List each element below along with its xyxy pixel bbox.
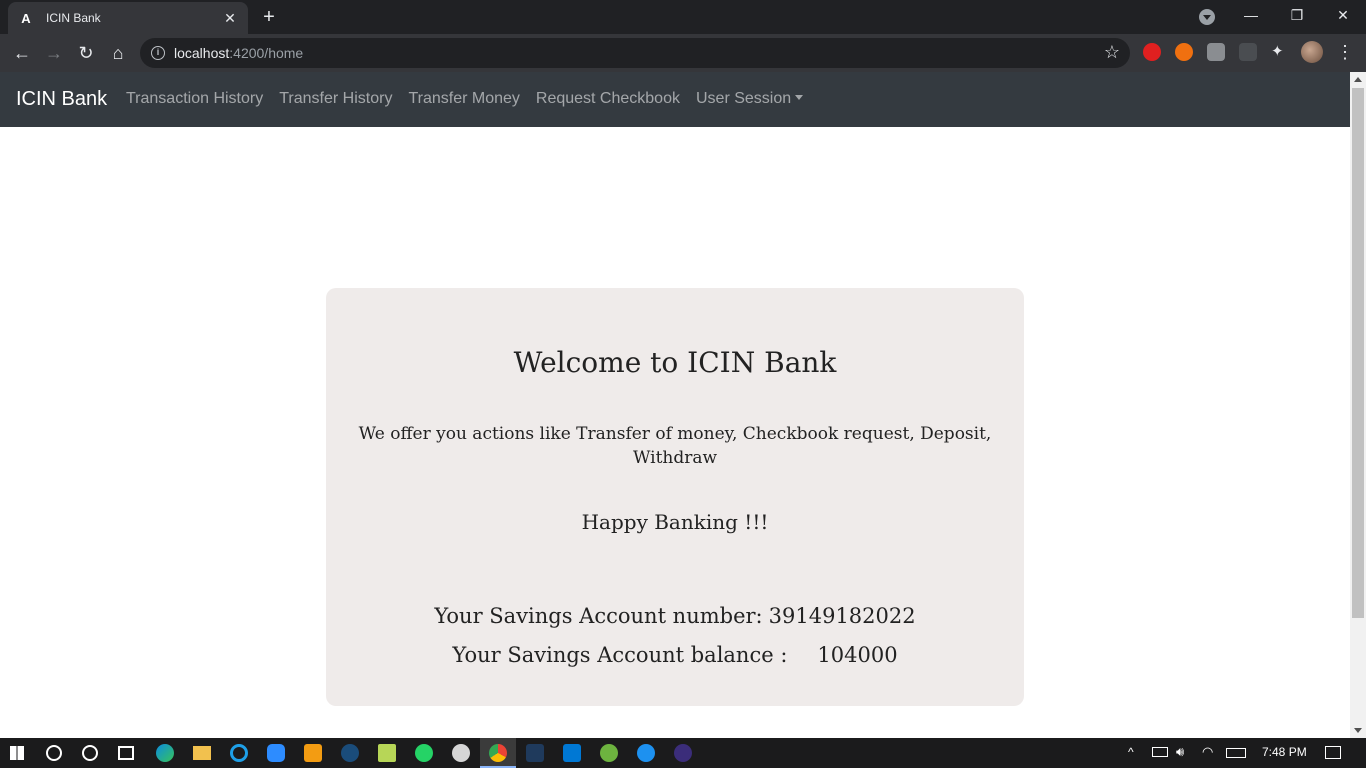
mysql-workbench-icon[interactable]	[526, 744, 544, 762]
tab-search-icon[interactable]	[1199, 9, 1215, 25]
nav-request-checkbook[interactable]: Request Checkbook	[536, 90, 680, 108]
extension-icon[interactable]	[1239, 43, 1257, 61]
minimize-button[interactable]: —	[1236, 4, 1266, 26]
clock[interactable]: 7:48 PM	[1262, 745, 1307, 759]
search-icon[interactable]	[46, 745, 62, 761]
nav-transfer-money[interactable]: Transfer Money	[408, 90, 519, 108]
page-scrollbar[interactable]	[1350, 72, 1366, 738]
extensions-puzzle-icon[interactable]: ✦	[1271, 43, 1289, 61]
account-balance-row: Your Savings Account balance : 104000	[326, 643, 1024, 667]
file-explorer-icon[interactable]	[193, 746, 211, 760]
account-balance-label: Your Savings Account balance :	[452, 643, 788, 667]
docker-icon[interactable]	[637, 744, 655, 762]
dropdown-caret-icon	[795, 95, 804, 100]
welcome-heading: Welcome to ICIN Bank	[513, 346, 837, 379]
zoom-icon[interactable]	[267, 744, 285, 762]
close-window-button[interactable]: ✕	[1328, 4, 1358, 26]
extension-icon[interactable]	[1207, 43, 1225, 61]
task-view-icon[interactable]	[118, 746, 134, 760]
home-icon[interactable]: ⌂	[106, 41, 130, 65]
adblock-extension-icon[interactable]	[1143, 43, 1161, 61]
happy-banking-text: Happy Banking !!!	[581, 510, 769, 534]
nav-links: Transaction History Transfer History Tra…	[126, 90, 804, 108]
account-number-value: 39149182022	[768, 604, 916, 628]
windows-taskbar: ^ 🔊︎ ◠ 7:48 PM	[0, 738, 1366, 768]
cortana-icon[interactable]	[82, 745, 98, 761]
new-tab-button[interactable]: +	[258, 6, 280, 28]
vscode-icon[interactable]	[563, 744, 581, 762]
spring-tool-suite-icon[interactable]	[600, 744, 618, 762]
tray-overflow-icon[interactable]: ^	[1128, 745, 1134, 759]
tab-close-icon[interactable]: ✕	[222, 10, 238, 27]
restore-button[interactable]: ❐	[1282, 4, 1312, 26]
app-navbar: ICIN Bank Transaction History Transfer H…	[0, 72, 1350, 127]
reload-icon[interactable]: ↻	[74, 41, 98, 65]
account-balance-value: 104000	[817, 643, 898, 667]
offer-text: We offer you actions like Transfer of mo…	[358, 424, 992, 468]
brand-logo-text[interactable]: ICIN Bank	[16, 88, 107, 111]
edge-icon[interactable]	[156, 744, 174, 762]
profile-avatar[interactable]	[1301, 41, 1323, 63]
forward-icon[interactable]: →	[42, 41, 66, 65]
windows-start-icon[interactable]	[10, 746, 24, 760]
browser-menu-icon[interactable]: ⋮	[1336, 41, 1354, 63]
nav-transfer-history[interactable]: Transfer History	[279, 90, 392, 108]
browser-tab-strip: A ICIN Bank ✕ + — ❐ ✕	[0, 0, 1366, 34]
page-viewport: ICIN Bank Transaction History Transfer H…	[0, 72, 1350, 738]
tab-title: ICIN Bank	[46, 11, 101, 25]
url-text: localhost:4200/home	[174, 45, 304, 61]
chrome-icon[interactable]	[489, 744, 507, 762]
internet-explorer-icon[interactable]	[230, 744, 248, 762]
browser-tab[interactable]: A ICIN Bank ✕	[8, 2, 248, 34]
account-number-label: Your Savings Account number:	[434, 604, 763, 628]
keyboard-icon[interactable]	[1226, 748, 1246, 758]
back-icon[interactable]: ←	[10, 41, 34, 65]
sublime-text-icon[interactable]	[304, 744, 322, 762]
scroll-thumb[interactable]	[1352, 88, 1364, 618]
extension-icon[interactable]	[1175, 43, 1193, 61]
welcome-card: Welcome to ICIN Bank We offer you action…	[326, 288, 1024, 706]
notifications-icon[interactable]	[1325, 746, 1341, 759]
account-number-row: Your Savings Account number: 39149182022	[326, 604, 1024, 628]
angular-favicon-icon: A	[21, 10, 31, 26]
eclipse-icon[interactable]	[674, 744, 692, 762]
battery-icon[interactable]	[1152, 747, 1168, 757]
volume-icon[interactable]: 🔊︎	[1176, 744, 1184, 760]
notepad-icon[interactable]	[378, 744, 396, 762]
address-bar[interactable]: i localhost:4200/home ☆	[140, 38, 1130, 68]
app-icon[interactable]	[452, 744, 470, 762]
site-info-icon[interactable]: i	[151, 46, 165, 60]
nav-transaction-history[interactable]: Transaction History	[126, 90, 263, 108]
wifi-icon[interactable]: ◠	[1202, 744, 1213, 760]
scroll-up-arrow-icon[interactable]	[1354, 77, 1362, 82]
nav-user-session-dropdown[interactable]: User Session	[696, 90, 804, 108]
steam-icon[interactable]	[341, 744, 359, 762]
scroll-down-arrow-icon[interactable]	[1354, 728, 1362, 733]
browser-toolbar: ← → ↻ ⌂ i localhost:4200/home ☆ ✦ ⋮	[0, 34, 1366, 72]
whatsapp-icon[interactable]	[415, 744, 433, 762]
bookmark-star-icon[interactable]: ☆	[1104, 42, 1120, 63]
